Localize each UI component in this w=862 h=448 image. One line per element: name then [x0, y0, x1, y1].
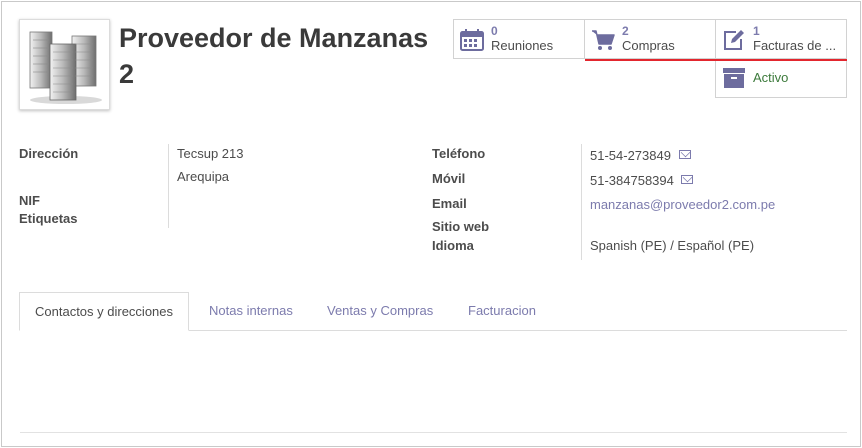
partner-avatar[interactable] — [19, 19, 110, 110]
phone-value[interactable]: 51-54-273849 — [590, 148, 671, 163]
content-bottom-divider — [20, 432, 847, 433]
vendor-bills-label: Facturas de ... — [753, 38, 837, 53]
meetings-button[interactable]: 0 Reuniones — [453, 19, 585, 59]
envelope-icon[interactable] — [679, 150, 691, 159]
calendar-icon — [460, 29, 484, 51]
partner-form-sheet: Proveedor de Manzanas 2 0 Reuniones 2 Co… — [1, 1, 861, 447]
city-value: Arequipa — [177, 169, 230, 184]
mobile-value[interactable]: 51-384758394 — [590, 173, 674, 188]
building-icon — [29, 31, 102, 104]
vat-label: NIF — [19, 193, 40, 208]
partner-title: Proveedor de Manzanas 2 — [119, 23, 429, 89]
purchases-label: Compras — [622, 38, 675, 53]
language-label: Idioma — [432, 238, 474, 253]
meetings-count: 0 — [491, 24, 498, 38]
edit-icon — [724, 30, 744, 50]
language-value: Spanish (PE) / Español (PE) — [590, 238, 755, 253]
email-label: Email — [432, 196, 467, 211]
right-separator — [581, 144, 582, 260]
active-status-label: Activo — [753, 70, 789, 85]
meetings-label: Reuniones — [491, 38, 554, 53]
left-separator — [168, 144, 169, 228]
tags-label: Etiquetas — [19, 211, 78, 226]
envelope-icon[interactable] — [681, 175, 693, 184]
vendor-bills-count: 1 — [753, 24, 760, 38]
mobile-label: Móvil — [432, 171, 466, 186]
purchases-button[interactable]: 2 Compras — [584, 19, 716, 59]
archive-icon — [723, 68, 745, 88]
website-label: Sitio web — [432, 219, 490, 234]
email-link[interactable]: manzanas@proveedor2.com.pe — [590, 197, 775, 212]
cart-icon — [592, 30, 615, 50]
tab-invoicing[interactable]: Facturacion — [453, 292, 551, 331]
phone-label: Teléfono — [432, 146, 486, 161]
tab-sales-purchases[interactable]: Ventas y Compras — [312, 292, 448, 331]
address-label: Dirección — [19, 146, 79, 161]
tab-contacts-addresses[interactable]: Contactos y direcciones — [19, 292, 190, 331]
tab-internal-notes[interactable]: Notas internas — [194, 292, 308, 331]
purchases-count: 2 — [622, 24, 629, 38]
active-toggle-button[interactable]: Activo — [715, 58, 847, 98]
vendor-bills-button[interactable]: 1 Facturas de ... — [715, 19, 847, 59]
street-value: Tecsup 213 — [177, 146, 244, 161]
highlight-underline — [585, 59, 847, 61]
